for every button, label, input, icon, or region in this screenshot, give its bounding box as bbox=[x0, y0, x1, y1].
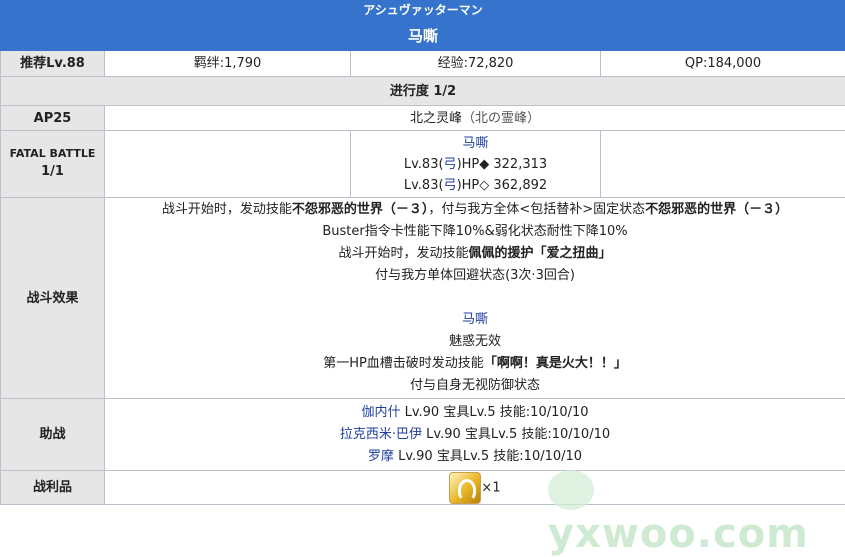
battle-effects-label: 战斗效果 bbox=[1, 198, 105, 399]
golden-gem-icon[interactable] bbox=[449, 472, 481, 504]
support-servant-link[interactable]: 罗摩 bbox=[368, 449, 394, 464]
qp-value: QP:184,000 bbox=[601, 51, 845, 77]
enemy-class-archer[interactable]: 弓 bbox=[444, 157, 457, 172]
effect-line: 第一HP血槽击破时发动技能「啊啊！真是火大！！」 bbox=[105, 353, 845, 375]
support-row: 拉克西米·巴伊 Lv.90 宝具Lv.5 技能:10/10/10 bbox=[105, 424, 845, 446]
fatal-battle-label: FATAL BATTLE bbox=[1, 146, 104, 162]
location: 北之灵峰（北の霊峰） bbox=[105, 106, 845, 131]
fatal-battle-count: 1/1 bbox=[1, 162, 104, 182]
drops-label: 战利品 bbox=[1, 471, 105, 505]
support-row: 罗摩 Lv.90 宝具Lv.5 技能:10/10/10 bbox=[105, 446, 845, 468]
battle-effects: 战斗开始时，发动技能不怨邪恶的世界（－３），付与我方全体<包括替补>固定状态不怨… bbox=[105, 198, 845, 399]
ap-cost: AP25 bbox=[1, 106, 105, 131]
effect-line: 付与自身无视防御状态 bbox=[105, 375, 845, 397]
enemy-line-1: Lv.83(弓)HP◆ 322,313 bbox=[351, 154, 600, 175]
quest-table: アシュヴァッターマン 马嘶 推荐Lv.88 羁绊:1,790 经验:72,820… bbox=[0, 0, 845, 505]
support-servant-link[interactable]: 伽内什 bbox=[361, 405, 400, 420]
effect-line: Buster指令卡性能下降10%&弱化状态耐性下降10% bbox=[105, 221, 845, 243]
recommended-level: 推荐Lv.88 bbox=[1, 51, 105, 77]
enemy-empty-right bbox=[601, 131, 845, 198]
location-jp: （北の霊峰） bbox=[462, 111, 540, 126]
enemy-line-2: Lv.83(弓)HP◇ 362,892 bbox=[351, 175, 600, 196]
effect-line: 战斗开始时，发动技能佩佩的援护「爱之扭曲」 bbox=[105, 243, 845, 265]
enemy-class-archer[interactable]: 弓 bbox=[444, 178, 457, 193]
effect-line: 魅惑无效 bbox=[105, 331, 845, 353]
effect-enemy-name[interactable]: 马嘶 bbox=[105, 309, 845, 331]
quest-title: 马嘶 bbox=[1, 21, 845, 51]
enemy-cell: 马嘶 Lv.83(弓)HP◆ 322,313 Lv.83(弓)HP◇ 362,8… bbox=[351, 131, 601, 198]
effect-line: 战斗开始时，发动技能不怨邪恶的世界（－３），付与我方全体<包括替补>固定状态不怨… bbox=[105, 199, 845, 221]
support-row: 伽内什 Lv.90 宝具Lv.5 技能:10/10/10 bbox=[105, 402, 845, 424]
enemy-name[interactable]: 马嘶 bbox=[351, 133, 600, 154]
location-name: 北之灵峰 bbox=[410, 111, 462, 126]
bond-value: 羁绊:1,790 bbox=[105, 51, 351, 77]
progress-header: 进行度 1/2 bbox=[1, 77, 845, 106]
effect-line: 付与我方单体回避状态(3次·3回合) bbox=[105, 265, 845, 287]
enemy-empty-left bbox=[105, 131, 351, 198]
drops: ×1 bbox=[105, 471, 845, 505]
support-list: 伽内什 Lv.90 宝具Lv.5 技能:10/10/10 拉克西米·巴伊 Lv.… bbox=[105, 399, 845, 471]
fatal-battle-cell: FATAL BATTLE 1/1 bbox=[1, 131, 105, 198]
support-label: 助战 bbox=[1, 399, 105, 471]
drop-count: ×1 bbox=[481, 480, 500, 495]
quest-subtitle: アシュヴァッターマン bbox=[1, 1, 845, 21]
exp-value: 经验:72,820 bbox=[351, 51, 601, 77]
support-servant-link[interactable]: 拉克西米·巴伊 bbox=[340, 427, 422, 442]
